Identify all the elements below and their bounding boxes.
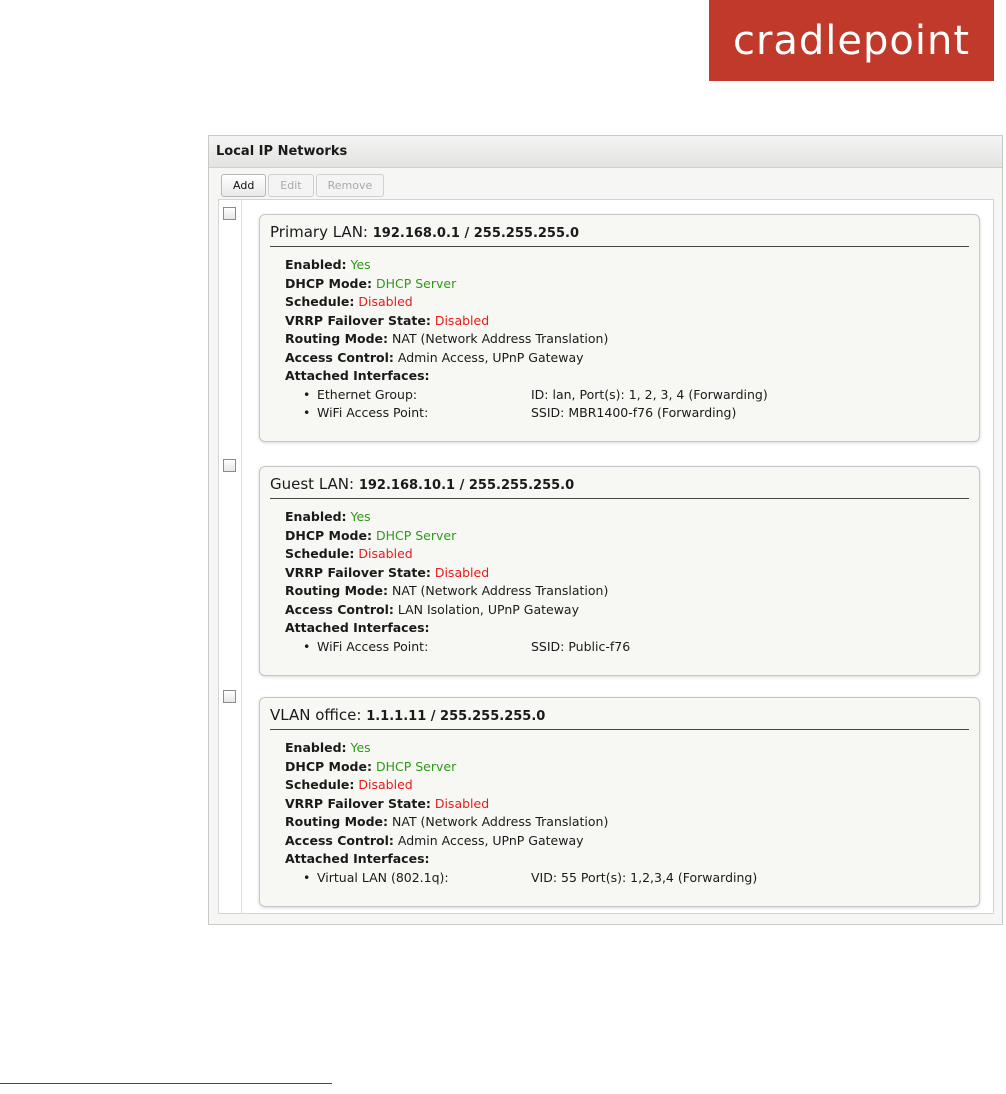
- vrrp-value: Disabled: [434, 795, 490, 811]
- interface-detail: VID: 55 Port(s): 1,2,3,4 (Forwarding): [531, 869, 758, 885]
- dhcp-mode-label: DHCP Mode:: [285, 275, 372, 291]
- routing-mode-value: NAT (Network Address Translation): [392, 814, 609, 829]
- schedule-value: Disabled: [358, 294, 413, 309]
- attached-interfaces-label: Attached Interfaces:: [285, 851, 430, 866]
- panel-title: Local IP Networks: [209, 136, 1002, 168]
- interface-item: • Ethernet Group: ID: lan, Port(s): 1, 2…: [285, 386, 969, 405]
- select-checkbox-primary-lan[interactable]: [223, 207, 236, 220]
- schedule-value: Disabled: [358, 546, 413, 561]
- footnote-rule: [0, 1083, 332, 1084]
- vrrp-value: Disabled: [434, 312, 490, 328]
- interface-detail: SSID: MBR1400-f76 (Forwarding): [531, 405, 737, 420]
- network-card-vlan-office[interactable]: VLAN office: 1.1.1.11 / 255.255.255.0 En…: [259, 697, 980, 907]
- enabled-value: Yes: [350, 257, 371, 272]
- cradlepoint-logo: cradlepoint: [709, 0, 994, 81]
- network-address: 192.168.10.1 / 255.255.255.0: [358, 478, 575, 493]
- interface-name: WiFi Access Point:: [317, 638, 429, 654]
- access-control-label: Access Control:: [285, 832, 394, 848]
- bullet-icon: •: [303, 386, 311, 402]
- routing-mode-label: Routing Mode:: [285, 331, 389, 346]
- schedule-label: Schedule:: [285, 777, 355, 792]
- access-control-value: Admin Access, UPnP Gateway: [397, 349, 584, 365]
- enabled-value: Yes: [350, 740, 371, 755]
- local-ip-networks-panel: Local IP Networks Add Edit Remove Primar…: [208, 135, 1003, 925]
- vrrp-label: VRRP Failover State:: [285, 312, 431, 328]
- access-control-label: Access Control:: [285, 349, 394, 365]
- add-button[interactable]: Add: [221, 174, 267, 197]
- toolbar: Add Edit Remove: [221, 174, 385, 198]
- bullet-icon: •: [303, 638, 311, 654]
- interface-name: WiFi Access Point:: [317, 405, 429, 420]
- edit-button[interactable]: Edit: [268, 174, 314, 197]
- network-card-primary-lan[interactable]: Primary LAN: 192.168.0.1 / 255.255.255.0…: [259, 214, 980, 442]
- dhcp-mode-value: DHCP Server: [375, 758, 457, 774]
- enabled-label: Enabled:: [285, 257, 347, 272]
- bullet-icon: •: [303, 869, 311, 885]
- enabled-label: Enabled:: [285, 509, 347, 524]
- access-control-value: LAN Isolation, UPnP Gateway: [397, 601, 579, 617]
- interface-name: Ethernet Group:: [317, 386, 418, 402]
- access-control-label: Access Control:: [285, 601, 394, 617]
- interface-item: • WiFi Access Point: SSID: Public-f76: [285, 638, 969, 657]
- routing-mode-value: NAT (Network Address Translation): [392, 331, 609, 346]
- vrrp-label: VRRP Failover State:: [285, 795, 431, 811]
- attached-interfaces-label: Attached Interfaces:: [285, 368, 430, 383]
- network-address: 192.168.0.1 / 255.255.255.0: [372, 226, 579, 241]
- selection-gutter: [219, 200, 242, 913]
- interface-item: • WiFi Access Point: SSID: MBR1400-f76 (…: [285, 404, 969, 423]
- network-title: Guest LAN: 192.168.10.1 / 255.255.255.0: [270, 475, 969, 499]
- network-name: Primary LAN:: [270, 223, 368, 241]
- routing-mode-label: Routing Mode:: [285, 583, 389, 598]
- enabled-value: Yes: [350, 509, 371, 524]
- network-address: 1.1.1.11 / 255.255.255.0: [366, 709, 546, 724]
- network-list: Primary LAN: 192.168.0.1 / 255.255.255.0…: [218, 199, 994, 914]
- select-checkbox-vlan-office[interactable]: [223, 690, 236, 703]
- network-title: VLAN office: 1.1.1.11 / 255.255.255.0: [270, 706, 969, 730]
- vrrp-label: VRRP Failover State:: [285, 564, 431, 580]
- remove-button[interactable]: Remove: [315, 174, 385, 197]
- schedule-value: Disabled: [358, 777, 413, 792]
- dhcp-mode-value: DHCP Server: [375, 275, 457, 291]
- network-name: Guest LAN:: [270, 475, 355, 493]
- interface-item: • Virtual LAN (802.1q): VID: 55 Port(s):…: [285, 869, 969, 888]
- schedule-label: Schedule:: [285, 294, 355, 309]
- attached-interfaces-label: Attached Interfaces:: [285, 620, 430, 635]
- dhcp-mode-label: DHCP Mode:: [285, 527, 372, 543]
- network-title: Primary LAN: 192.168.0.1 / 255.255.255.0: [270, 223, 969, 247]
- routing-mode-label: Routing Mode:: [285, 814, 389, 829]
- bullet-icon: •: [303, 405, 311, 420]
- enabled-label: Enabled:: [285, 740, 347, 755]
- dhcp-mode-value: DHCP Server: [375, 527, 457, 543]
- dhcp-mode-label: DHCP Mode:: [285, 758, 372, 774]
- interface-name: Virtual LAN (802.1q):: [317, 869, 449, 885]
- schedule-label: Schedule:: [285, 546, 355, 561]
- vrrp-value: Disabled: [434, 564, 490, 580]
- access-control-value: Admin Access, UPnP Gateway: [397, 832, 584, 848]
- interface-detail: SSID: Public-f76: [531, 638, 631, 654]
- routing-mode-value: NAT (Network Address Translation): [392, 583, 609, 598]
- select-checkbox-guest-lan[interactable]: [223, 459, 236, 472]
- network-card-guest-lan[interactable]: Guest LAN: 192.168.10.1 / 255.255.255.0 …: [259, 466, 980, 676]
- network-name: VLAN office:: [270, 706, 362, 724]
- interface-detail: ID: lan, Port(s): 1, 2, 3, 4 (Forwarding…: [531, 386, 768, 402]
